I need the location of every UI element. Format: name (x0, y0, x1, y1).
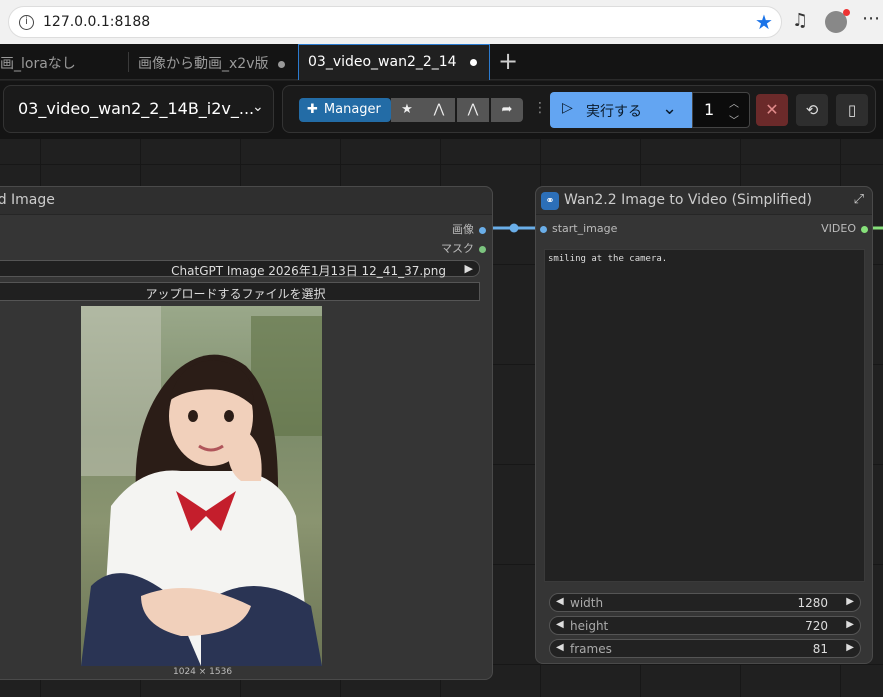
output-slot-mask[interactable]: マスク (441, 240, 486, 256)
image-preview (81, 306, 322, 666)
url-text[interactable]: 127.0.0.1:8188 (43, 14, 150, 30)
widget-name: height (570, 619, 609, 633)
workflow-selector[interactable]: 03_video_wan2_2_14B_i2v_... ⌄ (3, 85, 274, 133)
decrement-arrow-icon[interactable]: ﹀ (729, 112, 739, 127)
slot-label: マスク (441, 242, 474, 255)
new-tab-button[interactable]: + (498, 47, 518, 75)
cancel-run-button[interactable]: ✕ (756, 94, 788, 126)
tab-label: 画像から動画_x2v版 (138, 56, 269, 72)
prompt-textarea[interactable]: smiling at the camera. (544, 249, 865, 582)
slot-dot-icon[interactable] (479, 226, 486, 234)
prompt-text[interactable]: smiling at the camera. (548, 254, 667, 264)
info-icon[interactable]: i (19, 15, 34, 30)
widget-value[interactable]: 81 (813, 642, 828, 656)
graph-canvas[interactable]: Load Image 画像 マスク ChatGPT Image 2026年1月1… (0, 139, 883, 697)
history-button[interactable]: ⟲ (796, 94, 828, 126)
widget-name: frames (570, 642, 612, 656)
unsaved-dot-icon (470, 58, 477, 66)
increment-arrow-icon[interactable]: ▶ (846, 619, 854, 630)
workflow-tab-strip: 動画_loraなし 画像から動画_x2v版 03_video_wan2_2_14… (0, 44, 883, 80)
manager-button[interactable]: ✚ Manager (299, 98, 391, 122)
queue-count[interactable]: 1 (704, 100, 714, 119)
right-arrow-icon[interactable]: ▶ (465, 262, 473, 275)
workflow-badge-icon: ⚭ (541, 192, 559, 210)
profile-avatar-icon[interactable] (825, 9, 850, 33)
address-bar[interactable]: i 127.0.0.1:8188 ★ (8, 6, 782, 38)
output-slot-video[interactable]: VIDEO (821, 222, 868, 235)
manager-label: Manager (323, 102, 381, 117)
widget-name: width (570, 596, 604, 610)
expand-icon[interactable]: ⤢ (854, 192, 864, 207)
puzzle-icon: ✚ (307, 102, 318, 117)
slot-label: start_image (552, 222, 618, 235)
queue-count-stepper[interactable]: 1 ︿ ﹀ (692, 92, 750, 128)
wan-image-to-video-node[interactable]: Wan2.2 Image to Video (Simplified) ⚭ ⤢ s… (535, 186, 873, 664)
frames-widget[interactable]: ◀ frames 81 ▶ (549, 639, 861, 658)
decrement-arrow-icon[interactable]: ◀ (556, 619, 564, 630)
increment-arrow-icon[interactable]: ︿ (729, 95, 739, 110)
node-tool-a-icon[interactable]: ⋀ (423, 98, 455, 122)
node-title: Wan2.2 Image to Video (Simplified) (564, 192, 812, 208)
more-menu-icon[interactable]: ⋯ (862, 8, 880, 29)
favorites-star-button[interactable]: ★ (391, 98, 423, 122)
media-control-icon[interactable]: ♫ (792, 10, 808, 31)
toggle-panel-button[interactable]: ▯ (836, 94, 868, 126)
browser-bar: i 127.0.0.1:8188 ★ ♫ ⋯ (0, 0, 883, 44)
run-label: 実行する (586, 104, 642, 120)
upload-label: アップロードするファイルを選択 (145, 287, 326, 301)
share-arrow-button[interactable]: ➦ (491, 98, 523, 122)
input-slot-start-image[interactable]: start_image (540, 222, 617, 235)
slot-label: VIDEO (821, 222, 856, 235)
image-file-select[interactable]: ChatGPT Image 2026年1月13日 12_41_37.png ▶ (0, 260, 480, 278)
slot-dot-icon[interactable] (540, 225, 547, 233)
image-dimensions: 1024 × 1536 (173, 667, 233, 677)
workflow-name: 03_video_wan2_2_14B_i2v_... (18, 99, 255, 118)
tab-workflow-1[interactable]: 動画_loraなし (0, 44, 120, 80)
bookmark-star-icon[interactable]: ★ (755, 10, 773, 34)
node-tool-b-icon[interactable]: ⋀ (457, 98, 489, 122)
node-title: Load Image (0, 192, 55, 208)
tab-label: 03_video_wan2_2_14B_i2v (308, 54, 456, 70)
link-midpoint-dot[interactable] (509, 223, 519, 233)
selected-filename: ChatGPT Image 2026年1月13日 12_41_37.png (171, 264, 446, 278)
upload-file-button[interactable]: アップロードするファイルを選択 (0, 282, 480, 301)
slot-dot-icon[interactable] (479, 245, 486, 253)
chevron-down-icon[interactable]: ⌄ (662, 98, 677, 119)
unsaved-dot-icon (278, 60, 286, 68)
output-slot-image[interactable]: 画像 (452, 221, 486, 237)
top-toolbar: 03_video_wan2_2_14B_i2v_... ⌄ ✚ Manager ★… (0, 81, 883, 139)
tab-workflow-2[interactable]: 画像から動画_x2v版 (138, 44, 300, 80)
tab-label: 動画_loraなし (0, 56, 76, 72)
widget-value[interactable]: 720 (805, 619, 828, 633)
decrement-arrow-icon[interactable]: ◀ (556, 596, 564, 607)
slot-dot-icon[interactable] (861, 225, 868, 233)
tab-workflow-3[interactable]: 03_video_wan2_2_14B_i2v (298, 44, 490, 80)
girl-photo-illustration (81, 306, 322, 666)
slot-label: 画像 (452, 223, 474, 236)
action-bar: ✚ Manager ★ ⋀ ⋀ ➦ ⋮⋮ ▷ 実行する ⌄ 1 ︿ ﹀ ✕ ⟲ ▯ (282, 85, 876, 133)
play-icon: ▷ (562, 100, 573, 116)
decrement-arrow-icon[interactable]: ◀ (556, 642, 564, 653)
increment-arrow-icon[interactable]: ▶ (846, 596, 854, 607)
height-widget[interactable]: ◀ height 720 ▶ (549, 616, 861, 635)
widget-value[interactable]: 1280 (797, 596, 828, 610)
chevron-down-icon: ⌄ (252, 99, 264, 115)
increment-arrow-icon[interactable]: ▶ (846, 642, 854, 653)
run-button[interactable]: ▷ 実行する ⌄ (550, 92, 692, 128)
node-title-bar[interactable]: Load Image (0, 187, 492, 215)
node-title-bar[interactable]: Wan2.2 Image to Video (Simplified) (536, 187, 872, 215)
width-widget[interactable]: ◀ width 1280 ▶ (549, 593, 861, 612)
tab-divider (128, 52, 129, 72)
load-image-node[interactable]: Load Image 画像 マスク ChatGPT Image 2026年1月1… (0, 186, 493, 680)
